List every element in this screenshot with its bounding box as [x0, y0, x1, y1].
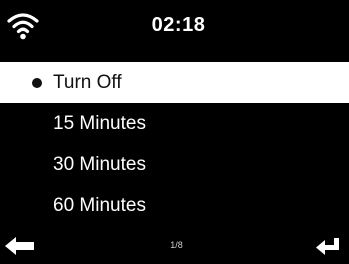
menu-item-label: 30 Minutes [53, 154, 146, 175]
sleep-timer-menu: Turn Off 15 Minutes 30 Minutes 60 Minute… [0, 62, 349, 226]
clock-time: 02:18 [151, 14, 206, 36]
menu-item-30-minutes[interactable]: 30 Minutes [0, 144, 349, 185]
menu-item-label: Turn Off [53, 72, 122, 93]
menu-item-label: 60 Minutes [53, 195, 146, 216]
radio-display-screen: 02:18 Turn Off 15 Minutes 30 Minutes 60 … [0, 0, 349, 264]
menu-item-turn-off[interactable]: Turn Off [0, 62, 349, 103]
footer-bar: 1/8 [0, 232, 349, 260]
menu-item-60-minutes[interactable]: 60 Minutes [0, 185, 349, 226]
menu-item-15-minutes[interactable]: 15 Minutes [0, 103, 349, 144]
page-indicator: 1/8 [170, 240, 183, 250]
enter-icon[interactable] [315, 236, 341, 256]
menu-item-label: 15 Minutes [53, 113, 146, 134]
selected-bullet-icon [32, 78, 42, 88]
